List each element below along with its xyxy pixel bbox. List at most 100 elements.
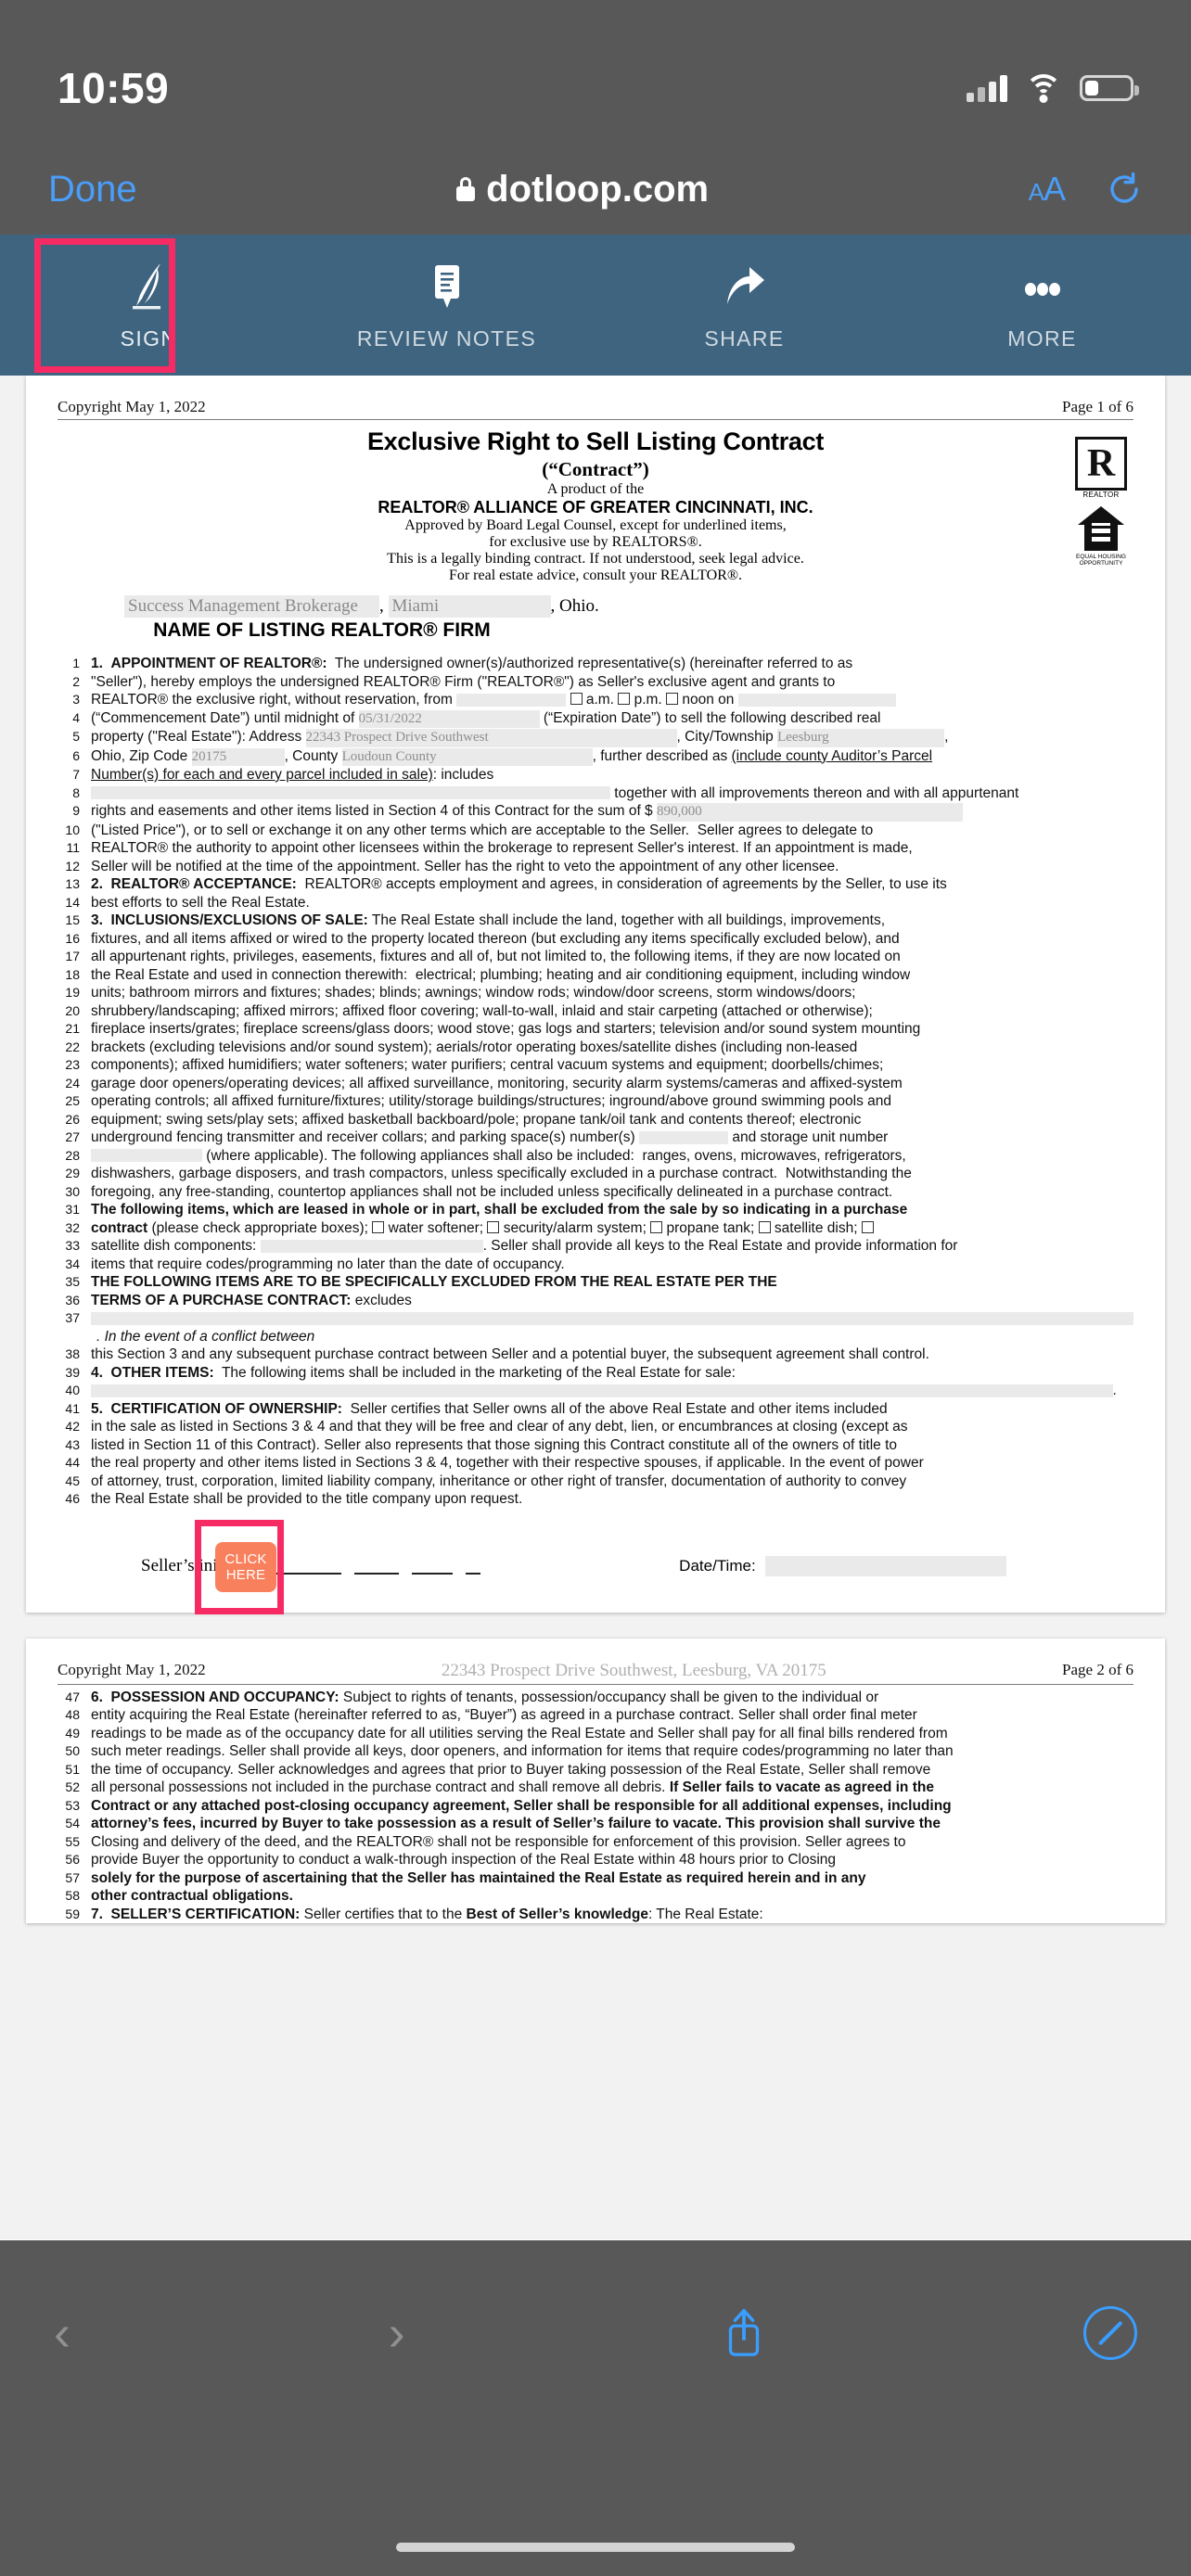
url-bar[interactable]: dotloop.com (137, 169, 1029, 210)
line-text: 6. POSSESSION AND OCCUPANCY: Subject to … (91, 1689, 879, 1705)
line-text: Number(s) for each and every parcel incl… (91, 767, 494, 783)
realtor-logo-caption: REALTOR (1082, 491, 1120, 499)
contract-line: 20 shrubbery/landscaping; affixed mirrors… (58, 1002, 1133, 1021)
reload-icon[interactable] (1106, 171, 1143, 208)
line-number: 23 (65, 1057, 80, 1072)
tab-sign[interactable]: SIGN (0, 235, 298, 376)
line-text: REALTOR® the exclusive right, without re… (91, 691, 1133, 709)
share-button[interactable] (723, 2306, 765, 2360)
contract-line: 47 6. POSSESSION AND OCCUPANCY: Subject t… (58, 1689, 1133, 1707)
datetime-field[interactable] (764, 1555, 1006, 1576)
home-indicator (396, 2543, 795, 2552)
document-scroll-area[interactable]: Copyright May 1, 2022 Page 1 of 6 R REAL… (0, 376, 1191, 2239)
initials-blank-lines (252, 1558, 493, 1575)
compass-icon (1082, 2306, 1137, 2360)
line-text: contract (please check appropriate boxes… (91, 1219, 1133, 1238)
line-text: all personal possessions not included in… (91, 1779, 934, 1795)
line-text: REALTOR® the authority to appoint other … (91, 840, 913, 856)
line-text: this Section 3 and any subsequent purcha… (91, 1346, 929, 1362)
contract-line: 42 in the sale as listed in Sections 3 & … (58, 1418, 1133, 1436)
line-number: 31 (65, 1202, 80, 1217)
line-number: 28 (65, 1147, 80, 1163)
line-text: Ohio, Zip Code 20175, County Loudoun Cou… (91, 747, 1133, 766)
line-text: other contractual obligations. (91, 1888, 293, 1904)
line-text: property ("Real Estate"): Address 22343 … (91, 728, 1133, 747)
contract-line: 9 rights and easements and other items li… (58, 802, 1133, 822)
contract-line: 34 items that require codes/programming n… (58, 1256, 1133, 1274)
tab-share[interactable]: SHARE (596, 235, 893, 376)
line-text: the real property and other items listed… (91, 1455, 924, 1471)
contract-line: 53 Contract or any attached post-closing … (58, 1797, 1133, 1816)
firm-comma-1: , (379, 596, 389, 616)
document-page-1: Copyright May 1, 2022 Page 1 of 6 R REAL… (26, 376, 1165, 1614)
line-text: 1. APPOINTMENT OF REALTOR®: The undersig… (91, 656, 853, 671)
comment-notes-icon (423, 260, 471, 313)
line-number: 15 (65, 912, 80, 927)
line-number: 38 (65, 1346, 80, 1361)
line-number: 6 (72, 747, 80, 763)
tab-review-notes[interactable]: REVIEW NOTES (298, 235, 596, 376)
line-text: rights and easements and other items lis… (91, 802, 1133, 822)
line-number: 2 (72, 673, 80, 689)
line-text: THE FOLLOWING ITEMS ARE TO BE SPECIFICAL… (91, 1274, 777, 1290)
line-number: 5 (72, 729, 80, 744)
initials-line-2[interactable] (354, 1558, 400, 1575)
contract-word: (“Contract”) (542, 458, 649, 480)
contract-line: 36 TERMS OF A PURCHASE CONTRACT: excludes (58, 1292, 1133, 1310)
line-text: best efforts to sell the Real Estate. (91, 894, 310, 911)
listing-firm-row: Success Management Brokerage , Miami , O… (58, 595, 1133, 618)
cellular-signal-icon (967, 74, 1007, 102)
firm-city-field[interactable]: Miami (388, 595, 551, 618)
text-size-button[interactable]: AA (1029, 170, 1066, 209)
contract-line: 22 brackets (excluding televisions and/or… (58, 1039, 1133, 1057)
page2-header: Copyright May 1, 2022 22343 Prospect Dri… (58, 1661, 1133, 1685)
line-number: 48 (65, 1707, 80, 1722)
contract-line: 48 entity acquiring the Real Estate (here… (58, 1706, 1133, 1725)
forward-button[interactable]: › (389, 2304, 405, 2362)
tabs-button[interactable] (1082, 2306, 1137, 2360)
contract-line: 56 provide Buyer the opportunity to condu… (58, 1851, 1133, 1869)
contract-line: 59 7. SELLER’S CERTIFICATION: Seller cert… (58, 1906, 1133, 1924)
line-number: 21 (65, 1021, 80, 1036)
page1-header: Copyright May 1, 2022 Page 1 of 6 (58, 398, 1133, 420)
back-button[interactable]: ‹ (54, 2304, 70, 2362)
line-number: 26 (65, 1111, 80, 1127)
line-text: provide Buyer the opportunity to conduct… (91, 1852, 837, 1868)
tab-more[interactable]: MORE (893, 235, 1191, 376)
done-button[interactable]: Done (48, 169, 137, 210)
firm-caption: NAME OF LISTING REALTOR® FIRM (153, 619, 491, 641)
line-number: 32 (65, 1219, 80, 1235)
line-text: in the sale as listed in Sections 3 & 4 … (91, 1419, 908, 1435)
line-number: 8 (72, 784, 80, 800)
line-number: 53 (65, 1797, 80, 1813)
ellipsis-icon (1016, 260, 1069, 313)
contract-line: 8 together with all improvements thereon… (58, 784, 1133, 803)
initials-line-3[interactable] (412, 1558, 454, 1575)
line-number: 16 (65, 930, 80, 946)
line-number: 14 (65, 894, 80, 910)
approved-line-2: for exclusive use by REALTORS®. (489, 534, 702, 550)
line-number: 12 (65, 858, 80, 874)
line-text: fireplace inserts/grates; fireplace scre… (91, 1021, 921, 1037)
line-number: 36 (65, 1292, 80, 1307)
contract-line: 2 "Seller"), hereby employs the undersign… (58, 673, 1133, 692)
line-number: 50 (65, 1743, 80, 1758)
line-number: 55 (65, 1833, 80, 1849)
contract-line: 32 contract (please check appropriate box… (58, 1219, 1133, 1238)
line-text: the time of occupancy. Seller acknowledg… (91, 1761, 931, 1778)
page1-copyright: Copyright May 1, 2022 (58, 398, 206, 415)
line-text: components); affixed humidifiers; water … (91, 1057, 884, 1073)
line-text: foregoing, any free-standing, countertop… (91, 1183, 893, 1200)
line-text: 5. CERTIFICATION OF OWNERSHIP: Seller ce… (91, 1400, 888, 1417)
contract-line: 12 Seller will be notified at the time of… (58, 858, 1133, 876)
line-number: 20 (65, 1002, 80, 1018)
status-bar-time: 10:59 (58, 63, 170, 112)
page2-address-header: 22343 Prospect Drive Southwest, Leesburg… (441, 1660, 826, 1680)
line-text: entity acquiring the Real Estate (herein… (91, 1707, 917, 1723)
line-number: 35 (65, 1274, 80, 1289)
firm-name-field[interactable]: Success Management Brokerage (124, 595, 379, 618)
line-number: 59 (65, 1906, 80, 1921)
initials-line-4[interactable] (466, 1558, 481, 1575)
chevron-right-icon: › (388, 2305, 405, 2361)
conflict-note: . In the event of a conflict between (96, 1328, 315, 1345)
